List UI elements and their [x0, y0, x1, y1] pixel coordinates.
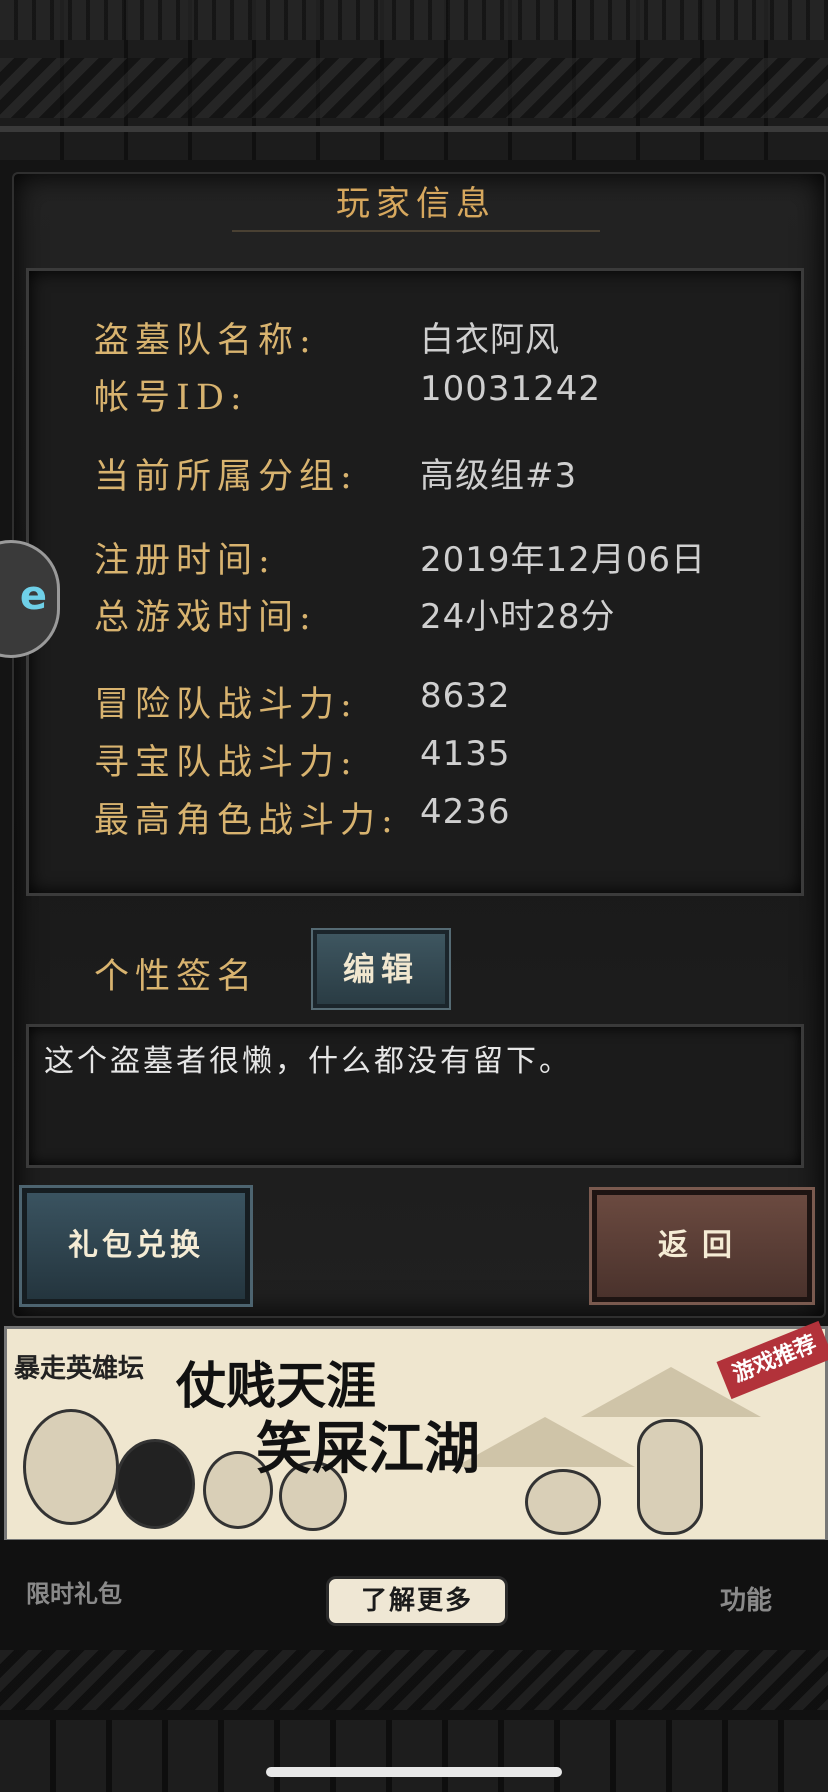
group-label: 当前所属分组:	[94, 457, 358, 497]
team-name-value: 白衣阿风	[420, 320, 560, 360]
ad-character-sunglasses	[115, 1439, 195, 1529]
ad-character-old-man	[23, 1409, 119, 1525]
ad-headline-2: 笑屎江湖	[256, 1416, 480, 1482]
max-role-power-value: 4236	[420, 792, 511, 832]
gift-exchange-button[interactable]: 礼包兑换	[22, 1188, 250, 1304]
limited-gift-nav[interactable]: 限时礼包	[26, 1574, 122, 1609]
floating-ball-icon: e	[19, 573, 47, 619]
home-indicator[interactable]	[266, 1767, 562, 1777]
adventure-power-label: 冒险队战斗力:	[94, 685, 358, 725]
account-id-value: 10031242	[420, 369, 602, 409]
account-id-label: 帐号ID:	[94, 378, 248, 418]
back-button[interactable]: 返回	[592, 1190, 812, 1302]
top-decorative-band	[0, 0, 828, 160]
treasure-power-value: 4135	[420, 734, 511, 774]
ad-character-swordswoman	[637, 1419, 703, 1535]
ad-character-straw-hat	[455, 1417, 635, 1467]
group-value: 高级组#3	[420, 456, 578, 496]
treasure-power-label: 寻宝队战斗力:	[94, 743, 358, 783]
signature-text: 这个盗墓者很懒，什么都没有留下。	[44, 1044, 572, 1079]
register-time-value: 2019年12月06日	[420, 540, 707, 580]
signature-label: 个性签名	[94, 957, 259, 997]
page-title: 玩家信息	[336, 184, 496, 224]
learn-more-button[interactable]: 了解更多	[326, 1576, 508, 1626]
team-name-label: 盗墓队名称:	[94, 321, 317, 361]
ad-character-swordsman	[525, 1469, 601, 1535]
edit-signature-button[interactable]: 编辑	[313, 930, 449, 1008]
register-time-label: 注册时间:	[94, 541, 276, 581]
function-nav[interactable]: 功能	[720, 1580, 772, 1617]
play-time-value: 24小时28分	[420, 597, 616, 637]
ad-logo: 暴走英雄坛	[14, 1354, 145, 1384]
play-time-label: 总游戏时间:	[94, 598, 317, 638]
adventure-power-value: 8632	[420, 676, 511, 716]
max-role-power-label: 最高角色战斗力:	[94, 801, 399, 841]
